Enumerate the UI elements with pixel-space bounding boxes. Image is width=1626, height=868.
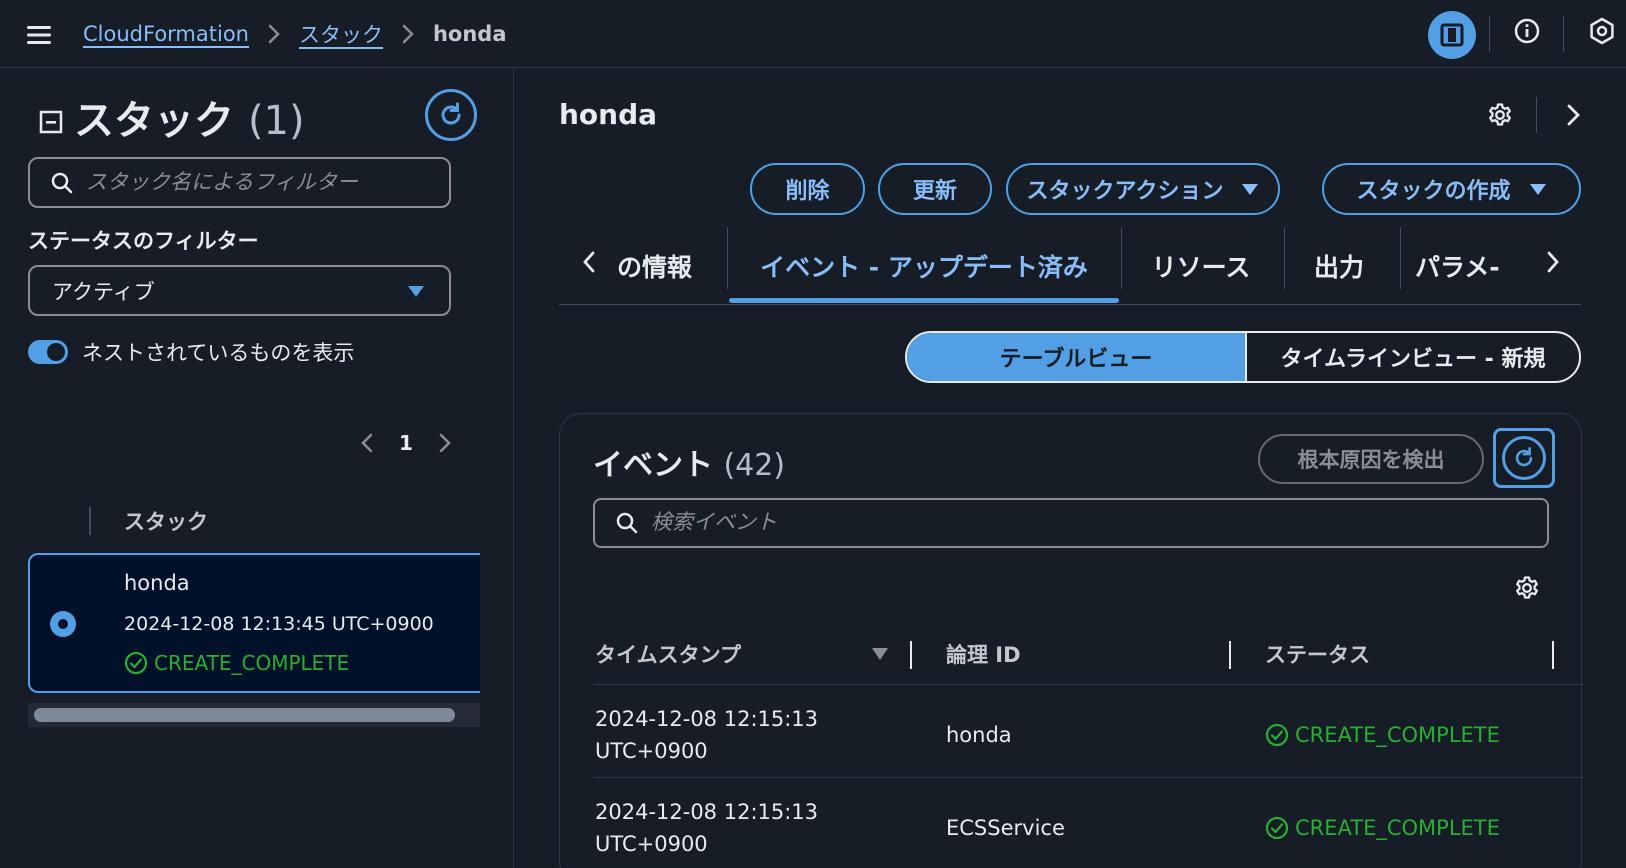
chevron-right-icon[interactable]: [1562, 102, 1584, 128]
stack-search-field[interactable]: [28, 157, 451, 208]
tab-outputs[interactable]: 出力: [1284, 227, 1394, 304]
divider: [1489, 16, 1490, 52]
column-header-timestamp[interactable]: タイムスタンプ: [595, 639, 741, 669]
show-nested-label: ネストされているものを表示: [82, 341, 355, 365]
current-page[interactable]: 1: [377, 431, 435, 455]
divider: [1563, 16, 1564, 52]
timeline-view-option[interactable]: タイムラインビュー - 新規: [1245, 333, 1579, 381]
search-icon: [50, 171, 74, 195]
previous-page-icon[interactable]: [357, 431, 377, 455]
chevron-right-icon: [267, 23, 281, 45]
event-timestamp: 2024-12-08 12:15:13 UTC+0900: [595, 800, 819, 856]
panel-toggle-button[interactable]: [1428, 11, 1476, 59]
check-circle-icon: [1265, 816, 1289, 840]
pagination: 1: [357, 431, 455, 455]
event-status: CREATE_COMPLETE: [1265, 812, 1500, 844]
stack-search-input[interactable]: [86, 170, 426, 195]
events-container: イベント (42) 根本原因を検出 タイムスタンプ 論理 ID ステータス 20…: [559, 413, 1583, 868]
event-search-field[interactable]: [593, 498, 1549, 548]
row-divider: [593, 777, 1583, 778]
stacks-panel: スタック (1) ステータスのフィルター アクティブ ネストされているものを表示…: [0, 69, 514, 868]
tab-divider: [1121, 227, 1122, 289]
search-icon: [615, 511, 639, 535]
caret-down-icon: [1529, 182, 1547, 196]
stack-count: (1): [247, 98, 305, 144]
column-header-logical-id[interactable]: 論理 ID: [946, 639, 1021, 669]
breadcrumb-current: honda: [432, 22, 507, 46]
sort-descending-icon[interactable]: [871, 647, 889, 661]
check-circle-icon: [124, 651, 148, 675]
panel-title: スタック (1): [74, 98, 305, 144]
stack-radio-selected[interactable]: [50, 611, 76, 637]
create-stack-button[interactable]: スタックの作成: [1322, 163, 1581, 215]
status-filter-value: アクティブ: [52, 279, 155, 304]
show-nested-toggle[interactable]: [28, 340, 68, 364]
caret-down-icon: [1241, 182, 1259, 196]
check-circle-icon: [1265, 723, 1289, 747]
tab-events[interactable]: イベント - アップデート済み: [729, 227, 1119, 304]
nested-toggle-row: ネストされているものを表示: [28, 337, 354, 367]
tab-bar: の情報 イベント - アップデート済み リソース 出力 パラメ-: [559, 227, 1581, 305]
stack-card[interactable]: honda 2024-12-08 12:13:45 UTC+0900 CREAT…: [28, 553, 480, 693]
stack-actions-button[interactable]: スタックアクション: [1006, 163, 1280, 215]
scrollbar-thumb[interactable]: [34, 708, 455, 722]
event-timestamp: 2024-12-08 12:15:13 UTC+0900: [595, 707, 819, 763]
caret-down-icon: [407, 284, 425, 298]
refresh-icon: [1502, 436, 1546, 480]
tab-resources[interactable]: リソース: [1121, 227, 1281, 304]
delete-button[interactable]: 削除: [750, 163, 865, 215]
event-logical-id: ECSService: [946, 816, 1065, 840]
tab-divider: [1400, 227, 1401, 289]
stack-created-time: 2024-12-08 12:13:45 UTC+0900: [124, 613, 434, 635]
info-icon[interactable]: [1512, 16, 1542, 46]
stack-name: honda: [124, 571, 190, 595]
tab-divider: [1284, 227, 1285, 289]
event-status: CREATE_COMPLETE: [1265, 719, 1500, 751]
panel-icon: [1439, 22, 1465, 48]
column-header-status[interactable]: ステータス: [1265, 639, 1370, 669]
column-divider: [89, 507, 91, 535]
table-settings-gear-icon[interactable]: [1514, 575, 1540, 601]
events-title: イベント (42): [593, 448, 786, 483]
menu-icon[interactable]: [24, 20, 54, 50]
gear-icon[interactable]: [1487, 102, 1513, 128]
active-tab-indicator: [729, 298, 1119, 303]
stack-column-header: スタック: [124, 510, 208, 534]
create-stack-label: スタックの作成: [1356, 179, 1511, 204]
refresh-stacks-button[interactable]: [425, 89, 477, 141]
tab-scroll-left-icon[interactable]: [575, 247, 603, 277]
breadcrumb: CloudFormation スタック honda: [83, 17, 507, 51]
event-search-input[interactable]: [651, 511, 1511, 535]
refresh-events-button[interactable]: [1493, 428, 1555, 488]
divider: [1536, 97, 1537, 133]
status-filter-select[interactable]: アクティブ: [28, 265, 451, 316]
breadcrumb-cloudformation[interactable]: CloudFormation: [83, 22, 249, 46]
detect-root-cause-button[interactable]: 根本原因を検出: [1258, 434, 1484, 484]
next-page-icon[interactable]: [435, 431, 455, 455]
stack-status-text: CREATE_COMPLETE: [154, 651, 350, 675]
refresh-icon: [436, 100, 466, 130]
chevron-right-icon: [401, 23, 415, 45]
collapse-icon[interactable]: [38, 109, 64, 135]
status-filter-label: ステータスのフィルター: [28, 229, 259, 253]
row-divider: [593, 684, 1583, 685]
stack-detail-title: honda: [559, 98, 658, 131]
stack-status: CREATE_COMPLETE: [124, 651, 349, 675]
hex-settings-icon[interactable]: [1587, 16, 1617, 46]
tab-divider: [727, 227, 728, 289]
column-resizer[interactable]: [1229, 641, 1231, 669]
events-count: (42): [723, 448, 786, 483]
breadcrumb-stacks[interactable]: スタック: [299, 19, 383, 49]
tab-parameters[interactable]: パラメ-: [1401, 227, 1521, 304]
column-resizer[interactable]: [910, 641, 912, 669]
top-navigation-bar: CloudFormation スタック honda: [0, 0, 1626, 68]
stack-actions-label: スタックアクション: [1026, 179, 1224, 204]
column-resizer[interactable]: [1552, 641, 1554, 669]
tab-scroll-right-icon[interactable]: [1539, 247, 1567, 277]
event-logical-id: honda: [946, 723, 1012, 747]
update-button[interactable]: 更新: [878, 163, 992, 215]
table-view-option[interactable]: テーブルビュー: [907, 333, 1245, 381]
view-segmented-control: テーブルビュー タイムラインビュー - 新規: [905, 331, 1581, 383]
